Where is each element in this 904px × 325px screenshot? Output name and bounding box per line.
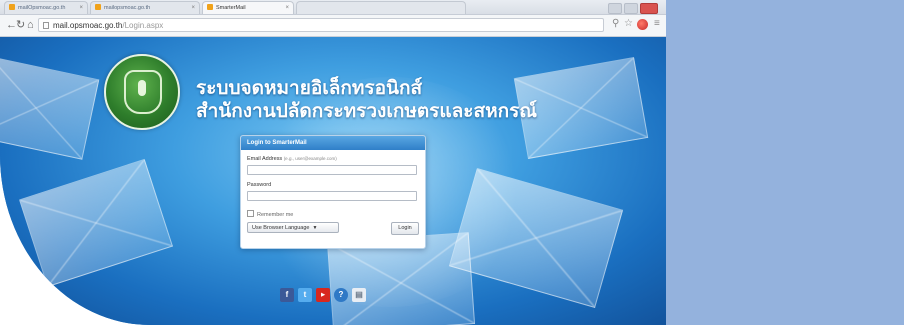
tab-smartermail[interactable]: SmarterMail × — [202, 1, 294, 14]
close-tab-icon[interactable]: × — [79, 2, 83, 14]
ministry-seal-logo — [104, 54, 180, 130]
login-button[interactable]: Login — [391, 222, 419, 235]
youtube-icon[interactable]: ▶ — [316, 288, 330, 302]
help-icon[interactable]: ? — [334, 288, 348, 302]
tab-favicon-icon — [207, 4, 213, 10]
bookmark-star-icon[interactable]: ☆ — [624, 17, 633, 31]
remember-me-label: Remember me — [257, 212, 294, 218]
tab-bar: mailOpsmoac.go.th × mailopsmoac.go.th × … — [0, 0, 666, 15]
tab-2[interactable]: mailopsmoac.go.th × — [90, 1, 200, 14]
minimize-icon[interactable] — [608, 3, 622, 14]
home-icon[interactable]: ⌂ — [27, 18, 34, 32]
chevron-down-icon: ▼ — [312, 225, 318, 231]
envelope-graphic — [0, 56, 100, 160]
tab-1[interactable]: mailOpsmoac.go.th × — [4, 1, 88, 14]
seal-figure — [138, 80, 146, 96]
address-host: mail.opsmoac.go.th — [53, 21, 123, 30]
remember-me-checkbox[interactable] — [247, 210, 254, 217]
tab-4[interactable] — [296, 1, 466, 14]
filter-icon[interactable]: ⚲ — [612, 17, 619, 31]
facebook-icon[interactable]: f — [280, 288, 294, 302]
language-select[interactable]: Use Browser Language ▼ — [247, 222, 339, 233]
login-page: ระบบจดหมายอิเล็กทรอนิกส์ สำนักงานปลัดกระ… — [0, 37, 666, 325]
extension-icon[interactable] — [637, 19, 648, 30]
password-field[interactable] — [247, 191, 417, 201]
close-window-icon[interactable] — [640, 3, 658, 14]
tab-favicon-icon — [95, 4, 101, 10]
remember-me[interactable]: Remember me — [247, 210, 293, 219]
reload-icon[interactable]: ↻ — [16, 18, 25, 32]
tab-label: mailOpsmoac.go.th — [18, 5, 66, 11]
close-tab-icon[interactable]: × — [285, 2, 289, 14]
side-panel — [666, 0, 904, 325]
tab-label: mailopsmoac.go.th — [104, 5, 151, 11]
login-title: Login to SmarterMail — [241, 136, 425, 150]
twitter-icon[interactable]: t — [298, 288, 312, 302]
envelope-graphic — [19, 158, 173, 288]
email-label-text: Email Address — [247, 156, 283, 162]
password-label: Password — [247, 182, 272, 188]
email-hint: (e.g., user@example.com) — [283, 156, 337, 161]
page-subtitle: สำนักงานปลัดกระทรวงเกษตรและสหกรณ์ — [196, 101, 537, 122]
document-icon[interactable]: ▤ — [352, 288, 366, 302]
tab-favicon-icon — [9, 4, 15, 10]
maximize-icon[interactable] — [624, 3, 638, 14]
address-path: /Login.aspx — [122, 21, 164, 30]
browser-screenshot: mailOpsmoac.go.th × mailopsmoac.go.th × … — [0, 0, 666, 325]
email-field[interactable] — [247, 165, 417, 175]
browser-toolbar: ← ↻ ⌂ mail.opsmoac.go.th/Login.aspx ⚲ ☆ … — [0, 15, 666, 37]
menu-icon[interactable]: ≡ — [654, 17, 660, 31]
close-tab-icon[interactable]: × — [191, 2, 195, 14]
window-controls — [606, 1, 658, 14]
tab-label: SmarterMail — [216, 5, 246, 11]
language-select-value: Use Browser Language — [252, 225, 310, 231]
email-label: Email Address (e.g., user@example.com) — [247, 156, 337, 162]
page-icon — [43, 22, 49, 29]
address-bar[interactable]: mail.opsmoac.go.th/Login.aspx — [38, 18, 604, 32]
login-panel: Login to SmarterMail Email Address (e.g.… — [240, 135, 426, 249]
